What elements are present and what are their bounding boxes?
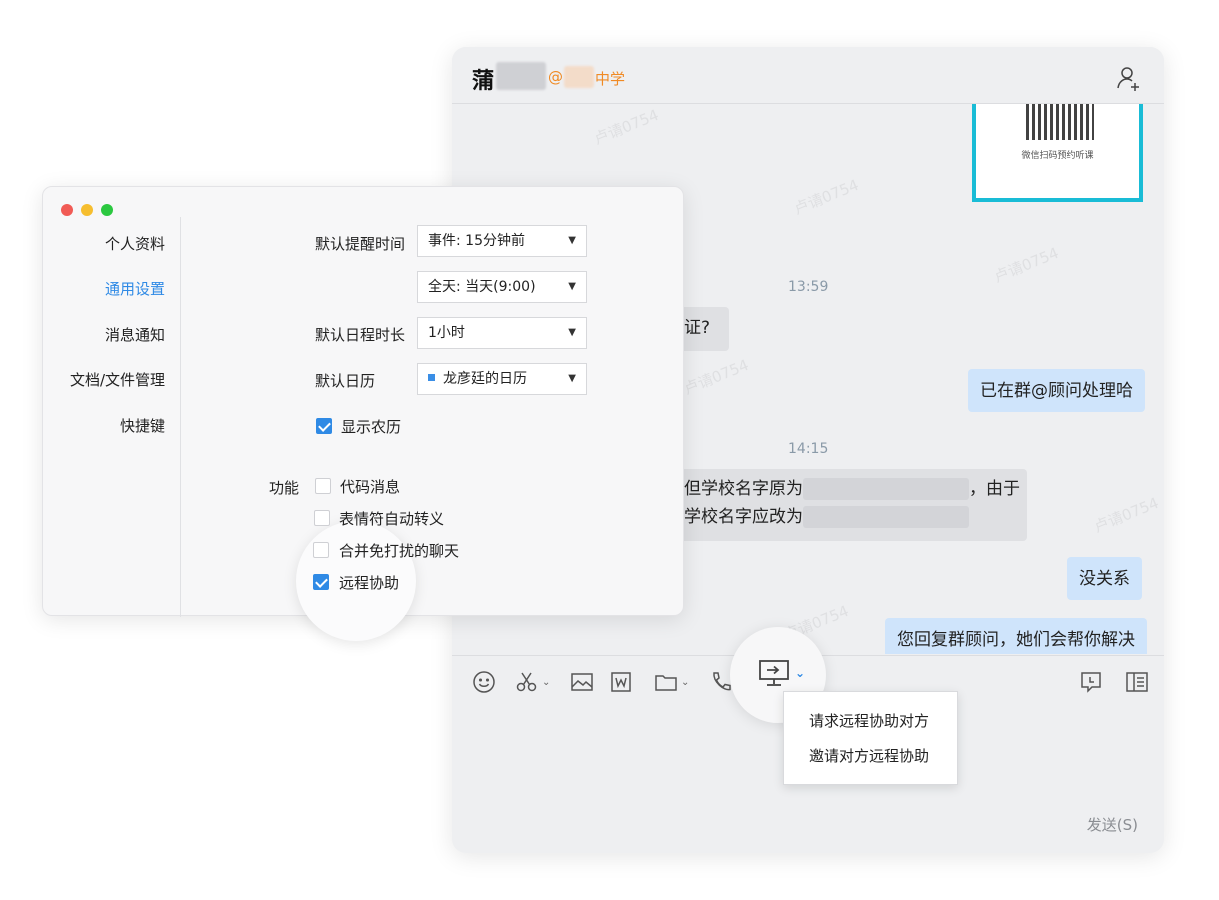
send-button[interactable]: 发送(S) [1087, 814, 1138, 835]
dropdown-arrow-icon: ▼ [568, 373, 576, 384]
qr-caption: 微信扫码预约听课 [1021, 151, 1094, 161]
watermark: 卢请0754 [791, 175, 862, 219]
redacted-org [564, 66, 594, 88]
watermark: 卢请0754 [991, 243, 1062, 287]
emoji-escape-label: 表情符自动转义 [339, 510, 445, 528]
remote-assist-label: 远程协助 [339, 574, 400, 592]
remote-assist-menu: 请求远程协助对方 邀请对方远程协助 [783, 691, 958, 785]
outgoing-message[interactable]: 您回复群顾问，她们会帮你解决 [885, 618, 1147, 654]
watermark: 卢请0754 [681, 355, 752, 399]
message-text: 学校名字应改为 [684, 507, 803, 527]
select-value: 1小时 [428, 325, 465, 341]
sidebar-item-general[interactable]: 通用设置 [105, 278, 165, 299]
emoji-escape-checkbox[interactable] [314, 510, 330, 526]
qr-image-card[interactable]: 微信扫码预约听课 [972, 104, 1143, 202]
folder-icon [655, 675, 677, 691]
reminder-allday-select[interactable]: 全天: 当天(9:00) ▼ [417, 271, 587, 303]
image-icon [571, 673, 593, 691]
code-message-label: 代码消息 [340, 478, 401, 496]
chevron-down-icon[interactable]: ⌄ [681, 677, 689, 688]
word-doc-icon [611, 672, 631, 692]
message-text: 您回复群顾问，她们会帮你解决 [897, 630, 1135, 650]
lunar-checkbox[interactable] [316, 418, 332, 434]
reminder-event-select[interactable]: 事件: 15分钟前 ▼ [417, 225, 587, 257]
message-text: 但学校名字原为 [684, 479, 803, 499]
dropdown-arrow-icon: ▼ [568, 327, 576, 338]
calendar-select[interactable]: 龙彦廷的日历 ▼ [417, 363, 587, 395]
add-member-icon[interactable] [1116, 65, 1142, 91]
select-value: 全天: 当天(9:00) [428, 279, 536, 295]
settings-window: 个人资料 通用设置 消息通知 文档/文件管理 快捷键 默认提醒时间 事件: 15… [42, 186, 684, 641]
screenshot-button[interactable]: ⌄ [515, 670, 550, 694]
lunar-label: 显示农历 [341, 418, 402, 436]
scissors-icon [516, 672, 537, 692]
calendar-label: 默认日历 [315, 372, 376, 390]
message-text: 没关系 [1079, 569, 1130, 589]
remote-assist-checkbox[interactable] [313, 574, 329, 590]
calendar-color-dot [428, 374, 435, 381]
duration-label: 默认日程时长 [315, 326, 406, 344]
dropdown-arrow-icon: ▼ [568, 235, 576, 246]
merge-muted-label: 合并免打扰的聊天 [339, 542, 460, 560]
sidebar-divider [180, 217, 181, 617]
merge-muted-checkbox[interactable] [313, 542, 329, 558]
message-text: 证? [684, 318, 711, 338]
message-text: ，由于 [969, 479, 1020, 499]
maximize-window-button[interactable] [101, 204, 113, 216]
message-text: 已在群@顾问处理哈 [980, 381, 1133, 401]
chat-header: 蒲 @ 中学 [452, 47, 1164, 104]
duration-select[interactable]: 1小时 ▼ [417, 317, 587, 349]
folder-button[interactable]: ⌄ [654, 670, 689, 694]
message-time: 14:15 [788, 441, 829, 457]
qr-code [1026, 104, 1094, 140]
org-suffix: 中学 [595, 70, 626, 88]
chevron-down-icon[interactable]: ⌄ [795, 666, 805, 680]
redacted-text [803, 506, 969, 528]
reminder-label: 默认提醒时间 [315, 235, 406, 253]
emoji-button[interactable] [472, 670, 496, 694]
remote-screen-icon [759, 660, 789, 686]
select-value: 龙彦廷的日历 [443, 371, 527, 387]
watermark: 卢请0754 [591, 105, 662, 149]
incoming-message[interactable]: 但学校名字原为 ，由于 学校名字应改为 [672, 469, 1027, 541]
org-at: @ [548, 68, 563, 86]
message-history-icon [1081, 672, 1101, 693]
chat-contact-name: 蒲 [472, 69, 495, 94]
dropdown-arrow-icon: ▼ [568, 281, 576, 292]
close-window-button[interactable] [61, 204, 73, 216]
outgoing-message[interactable]: 已在群@顾问处理哈 [968, 369, 1145, 412]
sidebar-toggle-button[interactable] [1125, 670, 1149, 694]
watermark: 卢请0754 [1091, 493, 1162, 537]
outgoing-message[interactable]: 没关系 [1067, 557, 1142, 600]
menu-item-request-remote[interactable]: 请求远程协助对方 [809, 710, 929, 731]
image-button[interactable] [570, 670, 594, 694]
panel-icon [1126, 672, 1148, 692]
chat-history-button[interactable] [1079, 670, 1103, 694]
sidebar-item-profile[interactable]: 个人资料 [105, 233, 165, 254]
redacted-name [496, 62, 546, 90]
select-value: 事件: 15分钟前 [428, 233, 525, 249]
menu-item-invite-remote[interactable]: 邀请对方远程协助 [809, 745, 929, 766]
remote-assist-button[interactable]: ⌄ [758, 660, 805, 686]
code-message-checkbox[interactable] [315, 478, 331, 494]
sidebar-item-shortcuts[interactable]: 快捷键 [120, 415, 165, 436]
chevron-down-icon[interactable]: ⌄ [542, 677, 550, 688]
sidebar-item-notifications[interactable]: 消息通知 [105, 324, 165, 345]
message-time: 13:59 [788, 279, 829, 295]
redacted-text [803, 478, 969, 500]
document-button[interactable] [610, 670, 632, 694]
sidebar-item-files[interactable]: 文档/文件管理 [70, 369, 165, 390]
function-label: 功能 [269, 479, 300, 497]
minimize-window-button[interactable] [81, 204, 93, 216]
emoji-icon [473, 671, 495, 693]
